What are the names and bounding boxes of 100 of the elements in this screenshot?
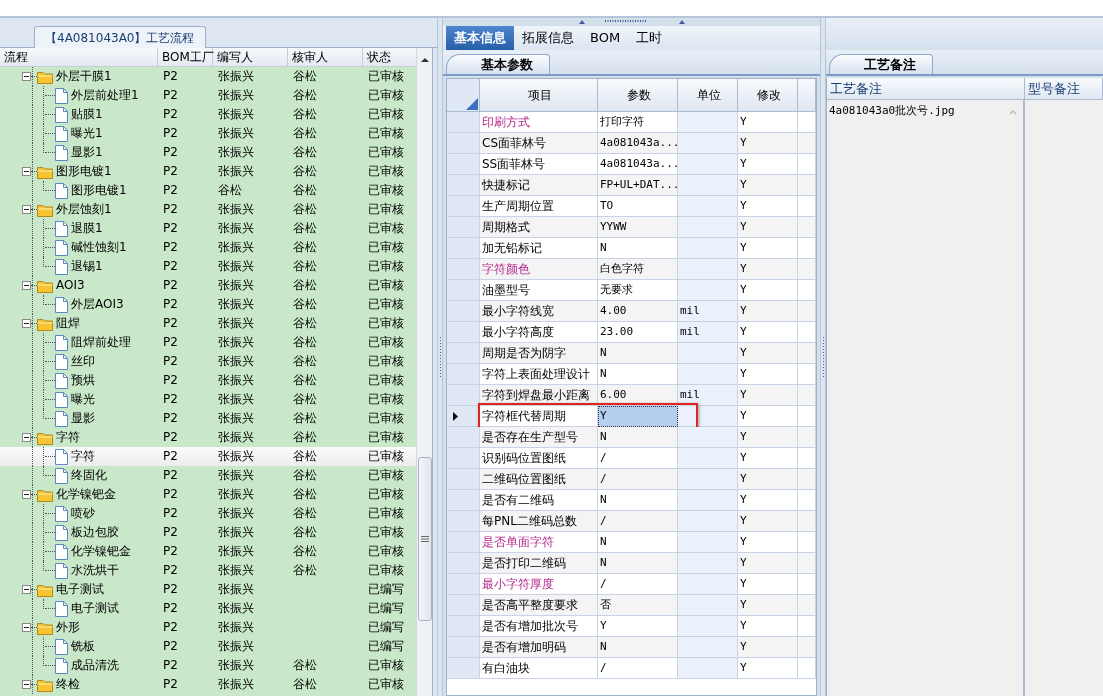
collapse-icon[interactable]: [22, 205, 31, 214]
table-cell: 周期格式: [480, 217, 598, 238]
table-cell: [678, 532, 738, 553]
table-cell[interactable]: FP+UL+DAT...: [598, 175, 678, 196]
table-cell: Y: [738, 595, 798, 616]
collapse-icon[interactable]: [22, 490, 31, 499]
collapse-icon[interactable]: [22, 623, 31, 632]
table-cell-text: 谷松: [292, 391, 318, 408]
table-cell-text: 张振兴: [217, 581, 255, 598]
document-icon: [55, 258, 68, 275]
document-icon: [55, 467, 68, 484]
table-cell[interactable]: 6.00: [598, 385, 678, 406]
column-header[interactable]: 工艺备注: [827, 78, 1025, 100]
table-cell: 周期是否为阴字: [480, 343, 598, 364]
column-header[interactable]: 单位: [678, 79, 738, 112]
table-cell: 每PNL二维码总数: [480, 511, 598, 532]
table-cell-text: 已审核: [367, 429, 405, 446]
table-cell[interactable]: 否: [598, 595, 678, 616]
tree-node-label: 水洗烘干: [70, 562, 119, 579]
column-header[interactable]: 型号备注: [1025, 78, 1103, 100]
table-cell-text: 谷松: [292, 182, 318, 199]
scroll-thumb[interactable]: [417, 457, 432, 621]
collapse-icon[interactable]: [22, 585, 31, 594]
table-cell[interactable]: 4a081043a...: [598, 133, 678, 154]
table-cell: Y: [738, 343, 798, 364]
table-cell-text: P2: [162, 277, 179, 294]
table-cell-text: 谷松: [292, 467, 318, 484]
table-cell: [678, 280, 738, 301]
tree-node-label: 阻焊: [55, 315, 80, 332]
table-cell-text: 谷松: [217, 182, 243, 199]
table-cell-text: 已审核: [367, 87, 405, 104]
table-cell-text: 张振兴: [217, 296, 255, 313]
table-cell-text: 已审核: [367, 486, 405, 503]
tree-row[interactable]: 字符 P2 张振兴 谷松 已审核: [0, 447, 416, 466]
table-cell-text: 张振兴: [217, 600, 255, 617]
document-icon: [55, 600, 68, 617]
table-cell-text: P2: [162, 182, 179, 199]
table-cell[interactable]: /: [598, 511, 678, 532]
table-cell-text: 已审核: [367, 467, 405, 484]
scrollbar[interactable]: [416, 48, 432, 696]
table-cell-text: P2: [162, 505, 179, 522]
document-icon: [55, 524, 68, 541]
tab[interactable]: 基本信息: [446, 26, 514, 50]
splitter-grip-icon[interactable]: [576, 18, 687, 25]
table-cell[interactable]: /: [598, 469, 678, 490]
row-header[interactable]: [447, 406, 480, 427]
tab[interactable]: 拓展信息: [514, 26, 582, 50]
column-header[interactable]: 项目: [480, 79, 598, 112]
table-cell: Y: [738, 637, 798, 658]
table-cell: Y: [738, 217, 798, 238]
table-cell-text: 谷松: [292, 239, 318, 256]
table-cell-text: P2: [162, 68, 179, 85]
column-header[interactable]: 修改: [738, 79, 798, 112]
collapse-icon[interactable]: [22, 281, 31, 290]
panel-tab[interactable]: 基本参数: [446, 54, 550, 74]
grip-icon: [821, 337, 825, 377]
tree-node-label: 外层前处理1: [70, 87, 139, 104]
table-cell: 是否高平整度要求: [480, 595, 598, 616]
table-cell: mil: [678, 385, 738, 406]
table-cell-text: 谷松: [292, 315, 318, 332]
table-cell-text: 张振兴: [217, 657, 255, 674]
table-cell: [678, 448, 738, 469]
table-cell-text: 谷松: [292, 448, 318, 465]
column-header[interactable]: 参数: [598, 79, 678, 112]
collapse-icon[interactable]: [22, 433, 31, 442]
table-cell-text: 谷松: [292, 676, 318, 693]
table-cell[interactable]: YYWW: [598, 217, 678, 238]
tree-node-label: 电子测试: [70, 600, 119, 617]
table-cell[interactable]: N: [598, 637, 678, 658]
table-cell[interactable]: 4.00: [598, 301, 678, 322]
table-cell-text: 谷松: [292, 505, 318, 522]
table-cell[interactable]: Y: [598, 406, 678, 427]
tree-node-label: AOI3: [55, 277, 85, 294]
table-cell-text: 已审核: [367, 410, 405, 427]
table-cell: [678, 469, 738, 490]
table-cell: 字符到焊盘最小距离: [480, 385, 598, 406]
table-cell-text: P2: [162, 87, 179, 104]
collapse-icon[interactable]: [22, 319, 31, 328]
table-cell[interactable]: N: [598, 553, 678, 574]
table-cell-text: 已审核: [367, 448, 405, 465]
remark-text: 4a081043a0批次号.jpg: [829, 103, 955, 119]
document-icon: [55, 391, 68, 408]
collapse-icon[interactable]: [22, 680, 31, 689]
collapse-icon[interactable]: [22, 72, 31, 81]
panel-tab[interactable]: 工艺备注: [829, 54, 933, 74]
tab[interactable]: 工时: [628, 26, 671, 50]
collapse-icon[interactable]: [22, 167, 31, 176]
corner-icon: [466, 98, 478, 110]
table-cell: [678, 238, 738, 259]
panel-tab[interactable]: 【4A081043A0】工艺流程: [34, 26, 206, 48]
tab[interactable]: BOM: [582, 26, 629, 50]
table-cell-text: 张振兴: [217, 562, 255, 579]
tree-node-label: 图形电镀1: [55, 163, 112, 180]
scroll-up-icon[interactable]: [419, 56, 430, 64]
tree-node-label: 曝光: [70, 391, 95, 408]
table-cell[interactable]: 白色字符: [598, 259, 678, 280]
table-cell[interactable]: N: [598, 427, 678, 448]
table-cell[interactable]: N: [598, 343, 678, 364]
splitter[interactable]: [820, 18, 826, 696]
table-cell-text: P2: [162, 581, 179, 598]
